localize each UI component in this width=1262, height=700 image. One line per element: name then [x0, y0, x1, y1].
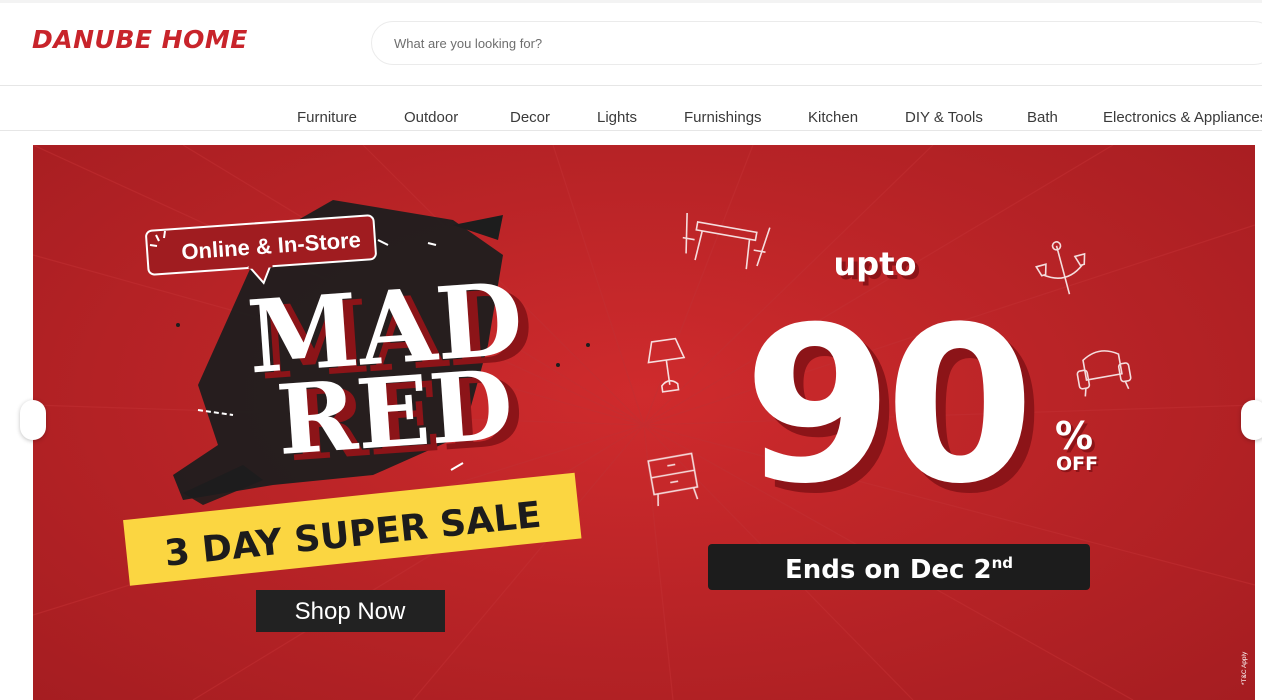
nav-item-lights[interactable]: Lights: [597, 109, 637, 126]
site-header: DANUBE HOME: [0, 3, 1262, 86]
side-table-icon: [647, 452, 699, 507]
off-text: OFF: [1056, 453, 1098, 475]
discount-block: upto upto 90 90 % % OFF OFF: [743, 245, 1100, 541]
search-bar[interactable]: [371, 21, 1262, 65]
chandelier-icon: [1035, 241, 1086, 295]
discount-number: 90: [743, 280, 1026, 531]
nav-item-furniture[interactable]: Furniture: [297, 109, 357, 126]
nav-item-electronics-appliances[interactable]: Electronics & Appliances: [1103, 109, 1262, 126]
nav-item-bath[interactable]: Bath: [1027, 109, 1058, 126]
svg-text:RED: RED: [273, 348, 517, 477]
brand-logo[interactable]: DANUBE HOME: [32, 25, 248, 54]
nav-item-diy-tools[interactable]: DIY & Tools: [905, 109, 983, 126]
category-nav: Furniture Outdoor Decor Lights Furnishin…: [0, 86, 1262, 131]
nav-item-decor[interactable]: Decor: [510, 109, 550, 126]
table-lamp-icon: [647, 337, 686, 393]
shop-now-label: Shop Now: [295, 598, 406, 625]
table-chairs-icon: [682, 212, 771, 270]
mad-red-headline: MAD MAD RED RED: [244, 260, 537, 484]
nav-item-outdoor[interactable]: Outdoor: [404, 109, 458, 126]
sale-banner-graphic: Online & In-Store MAD MAD RED RED 3 DAY …: [33, 145, 1255, 700]
nav-item-furnishings[interactable]: Furnishings: [684, 109, 762, 126]
hero-banner[interactable]: Online & In-Store MAD MAD RED RED 3 DAY …: [33, 145, 1255, 700]
carousel-next-button[interactable]: [1241, 400, 1262, 440]
nav-item-kitchen[interactable]: Kitchen: [808, 109, 858, 126]
ends-on-badge: Ends on Dec 2nd: [708, 544, 1090, 590]
armchair-icon: [1076, 350, 1132, 397]
search-input[interactable]: [394, 22, 994, 64]
carousel-prev-button[interactable]: [20, 400, 46, 440]
upto-text: upto: [834, 245, 917, 283]
terms-text: *T&C Apply: [1241, 651, 1248, 685]
percent-sign: %: [1055, 414, 1093, 458]
ends-on-text: Ends on Dec 2nd: [785, 554, 1013, 585]
shop-now-button[interactable]: Shop Now: [256, 590, 445, 632]
